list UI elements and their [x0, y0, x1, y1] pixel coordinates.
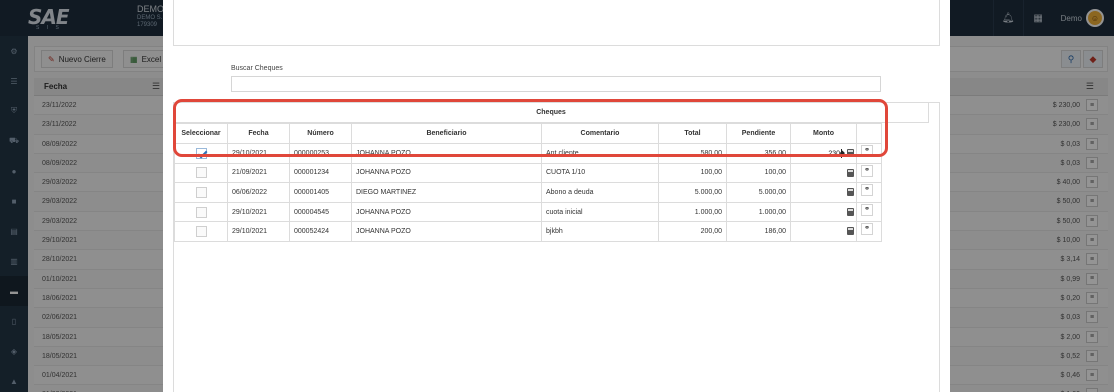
column-header-comentario[interactable]: Comentario: [541, 123, 659, 144]
total-cell: 1.000,00: [658, 201, 727, 223]
link-icon[interactable]: ⚭: [861, 164, 873, 177]
select-checkbox[interactable]: [195, 206, 207, 218]
action-cell: ⚭: [856, 201, 882, 223]
link-icon[interactable]: ⚭: [861, 184, 873, 197]
select-checkbox[interactable]: [195, 186, 207, 198]
calculator-icon[interactable]: [847, 149, 854, 157]
column-header-seleccionar: Seleccionar: [174, 123, 228, 144]
beneficiario-cell: JOHANNA POZO: [351, 143, 542, 164]
select-checkbox[interactable]: [195, 167, 207, 179]
monto-input[interactable]: 230 ◆: [790, 143, 857, 164]
monto-input[interactable]: [790, 182, 857, 203]
search-label: Buscar Cheques: [231, 65, 283, 72]
fecha-cell: 21/09/2021: [227, 162, 290, 184]
column-header-numero[interactable]: Número: [289, 123, 352, 144]
column-header-monto[interactable]: Monto: [790, 123, 857, 144]
column-header-actions: [856, 123, 882, 144]
spinner-icon[interactable]: ◆: [840, 149, 845, 157]
select-checkbox[interactable]: [195, 147, 207, 159]
cheques-title: Cheques: [174, 103, 928, 123]
cheques-table: Seleccionar Fecha Número Beneficiario Co…: [174, 123, 882, 242]
select-cell: [174, 143, 228, 164]
pendiente-cell: 186,00: [726, 221, 791, 242]
numero-cell: 000000253: [289, 143, 352, 164]
total-cell: 100,00: [658, 162, 727, 184]
pendiente-cell: 100,00: [726, 162, 791, 184]
select-cell: [174, 201, 228, 223]
cheques-panel: Cheques Seleccionar Fecha Número Benefic…: [173, 102, 940, 392]
search-cheques-input[interactable]: [231, 76, 881, 92]
table-row[interactable]: 06/06/2022 000001405 DIEGO MARTINEZ Abono a…: [174, 182, 882, 203]
comentario-cell: bjkbh: [541, 221, 659, 242]
numero-cell: 000004545: [289, 201, 352, 223]
numero-cell: 000001234: [289, 162, 352, 184]
column-header-fecha[interactable]: Fecha: [227, 123, 290, 144]
table-header-row: Seleccionar Fecha Número Beneficiario Co…: [174, 123, 882, 144]
numero-cell: 000001405: [289, 182, 352, 203]
monto-input[interactable]: [790, 201, 857, 223]
table-row[interactable]: 21/09/2021 000001234 JOHANNA POZO CUOTA 1/1…: [174, 162, 882, 184]
link-icon[interactable]: ⚭: [861, 223, 873, 236]
numero-cell: 000052424: [289, 221, 352, 242]
pendiente-cell: 356,00: [726, 143, 791, 164]
column-header-pendiente[interactable]: Pendiente: [726, 123, 791, 144]
title-spacer: [928, 103, 941, 123]
action-cell: ⚭: [856, 182, 882, 203]
beneficiario-cell: JOHANNA POZO: [351, 201, 542, 223]
link-icon[interactable]: ⚭: [861, 145, 873, 157]
beneficiario-cell: DIEGO MARTINEZ: [351, 182, 542, 203]
comentario-cell: Ant.cliente: [541, 143, 659, 164]
beneficiario-cell: JOHANNA POZO: [351, 221, 542, 242]
action-cell: ⚭: [856, 143, 882, 164]
total-cell: 580,00: [658, 143, 727, 164]
select-cell: [174, 221, 228, 242]
total-cell: 200,00: [658, 221, 727, 242]
action-cell: ⚭: [856, 221, 882, 242]
modal-top-panel: [173, 0, 940, 46]
column-header-total[interactable]: Total: [658, 123, 727, 144]
table-row[interactable]: 29/10/2021 000004545 JOHANNA POZO cuota ini…: [174, 201, 882, 223]
comentario-cell: CUOTA 1/10: [541, 162, 659, 184]
fecha-cell: 29/10/2021: [227, 143, 290, 164]
fecha-cell: 29/10/2021: [227, 221, 290, 242]
calculator-icon[interactable]: [847, 207, 854, 216]
link-icon[interactable]: ⚭: [861, 203, 873, 216]
fecha-cell: 06/06/2022: [227, 182, 290, 203]
action-cell: ⚭: [856, 162, 882, 184]
pendiente-cell: 5.000,00: [726, 182, 791, 203]
calculator-icon[interactable]: [847, 168, 854, 177]
select-checkbox[interactable]: [195, 226, 207, 238]
cheques-modal: Buscar Cheques Cheques Seleccionar Fecha: [163, 0, 950, 392]
pendiente-cell: 1.000,00: [726, 201, 791, 223]
select-cell: [174, 162, 228, 184]
column-header-beneficiario[interactable]: Beneficiario: [351, 123, 542, 144]
table-row[interactable]: 29/10/2021 000000253 JOHANNA POZO Ant.clien…: [174, 143, 882, 164]
comentario-cell: Abono a deuda: [541, 182, 659, 203]
monto-input[interactable]: [790, 221, 857, 242]
table-row[interactable]: 29/10/2021 000052424 JOHANNA POZO bjkbh 200,…: [174, 221, 882, 242]
monto-input[interactable]: [790, 162, 857, 184]
total-cell: 5.000,00: [658, 182, 727, 203]
calculator-icon[interactable]: [847, 188, 854, 197]
select-cell: [174, 182, 228, 203]
calculator-icon[interactable]: [847, 227, 854, 236]
beneficiario-cell: JOHANNA POZO: [351, 162, 542, 184]
fecha-cell: 29/10/2021: [227, 201, 290, 223]
comentario-cell: cuota inicial: [541, 201, 659, 223]
